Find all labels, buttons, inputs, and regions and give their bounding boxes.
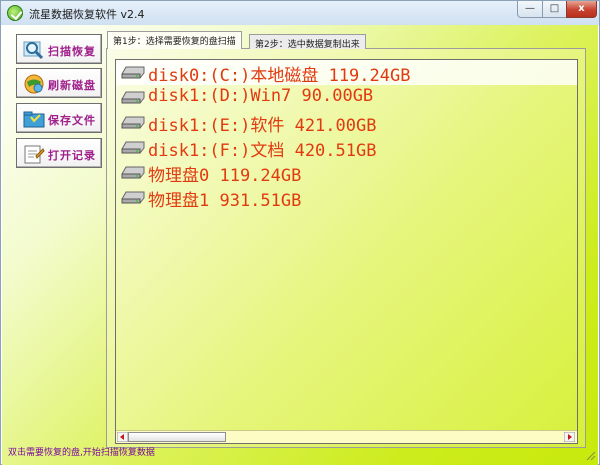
hard-disk-icon bbox=[121, 91, 145, 104]
hard-disk-icon bbox=[121, 116, 145, 129]
refresh-disk-button[interactable]: 刷新磁盘 bbox=[16, 68, 102, 98]
app-logo-icon bbox=[7, 5, 23, 21]
list-item[interactable]: 物理盘0 119.24GB bbox=[116, 160, 577, 186]
hard-disk-icon bbox=[121, 166, 145, 179]
tab-step-1[interactable]: 第1步：选择需要恢复的盘扫描 bbox=[107, 31, 242, 49]
scroll-left-icon[interactable] bbox=[117, 432, 128, 442]
hard-disk-icon bbox=[121, 66, 145, 79]
horizontal-scrollbar[interactable] bbox=[116, 430, 577, 443]
scrollbar-thumb[interactable] bbox=[128, 432, 226, 442]
close-button[interactable]: x bbox=[566, 1, 597, 18]
open-log-button[interactable]: 打开记录 bbox=[16, 138, 102, 168]
disk-label: disk1:(E:)软件 421.00GB bbox=[148, 116, 377, 136]
refresh-disk-label: 刷新磁盘 bbox=[48, 79, 96, 92]
window-title: 流星数据恢复软件 v2.4 bbox=[29, 8, 145, 21]
title-bar[interactable]: 流星数据恢复软件 v2.4 — □ x bbox=[1, 1, 599, 25]
list-item[interactable]: disk1:(F:)文档 420.51GB bbox=[116, 135, 577, 161]
list-item[interactable]: disk0:(C:)本地磁盘 119.24GB bbox=[116, 60, 577, 86]
scan-recover-label: 扫描恢复 bbox=[48, 45, 96, 58]
magnifier-icon bbox=[23, 41, 44, 60]
save-file-button[interactable]: 保存文件 bbox=[16, 103, 102, 133]
disk-list[interactable]: disk0:(C:)本地磁盘 119.24GB disk1:(D:)Win7 9… bbox=[115, 59, 578, 444]
disk-label: disk1:(F:)文档 420.51GB bbox=[148, 141, 377, 161]
client-area: 扫描恢复 刷新磁盘 保存文件 打开记录 第1步：选择需要恢复的盘扫描 第2步：选… bbox=[2, 25, 598, 465]
scroll-right-icon[interactable] bbox=[564, 432, 575, 442]
hard-disk-icon bbox=[121, 191, 145, 204]
resize-grip-icon[interactable] bbox=[584, 449, 596, 461]
disk-label: 物理盘0 119.24GB bbox=[148, 166, 302, 186]
list-item[interactable]: disk1:(D:)Win7 90.00GB bbox=[116, 85, 577, 110]
app-window: 流星数据恢复软件 v2.4 — □ x 扫描恢复 刷新磁盘 保存文件 打开记录 … bbox=[0, 0, 600, 465]
list-item[interactable]: 物理盘1 931.51GB bbox=[116, 185, 577, 211]
scan-recover-button[interactable]: 扫描恢复 bbox=[16, 34, 102, 64]
hard-disk-icon bbox=[121, 141, 145, 154]
globe-refresh-icon bbox=[24, 74, 44, 94]
open-log-label: 打开记录 bbox=[48, 149, 96, 162]
status-text: 双击需要恢复的盘,开始扫描恢复数据 bbox=[8, 448, 155, 458]
save-folder-icon bbox=[23, 111, 45, 128]
tab-step-2[interactable]: 第2步：选中数据复制出来 bbox=[249, 34, 366, 50]
disk-label: disk1:(D:)Win7 90.00GB bbox=[148, 86, 374, 106]
disk-label: disk0:(C:)本地磁盘 119.24GB bbox=[148, 66, 411, 86]
disk-label: 物理盘1 931.51GB bbox=[148, 191, 302, 211]
maximize-button[interactable]: □ bbox=[542, 1, 567, 18]
save-file-label: 保存文件 bbox=[48, 114, 96, 127]
open-log-icon bbox=[24, 145, 45, 164]
minimize-button[interactable]: — bbox=[517, 1, 543, 18]
list-item[interactable]: disk1:(E:)软件 421.00GB bbox=[116, 110, 577, 136]
